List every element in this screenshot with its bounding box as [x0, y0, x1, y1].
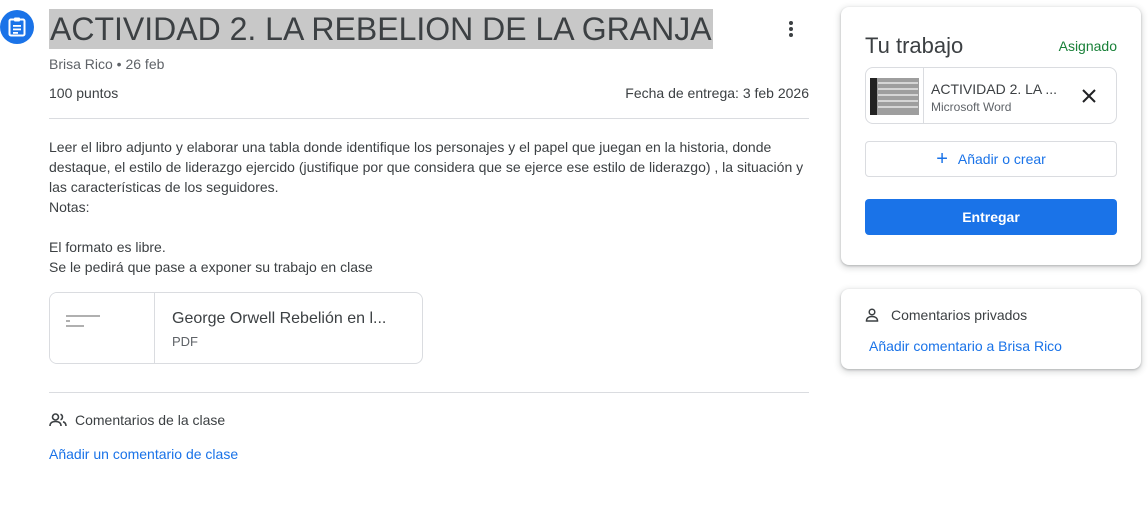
- plus-icon: +: [936, 148, 948, 170]
- add-class-comment-link[interactable]: Añadir un comentario de clase: [49, 446, 238, 462]
- file-type: Microsoft Word: [931, 100, 1012, 114]
- submit-button[interactable]: Entregar: [865, 199, 1117, 235]
- your-work-card: Tu trabajo Asignado ACTIVIDAD 2. LA ... …: [841, 7, 1141, 265]
- private-comments-header: Comentarios privados: [865, 307, 1027, 323]
- more-vert-icon: [789, 21, 793, 37]
- file-name: ACTIVIDAD 2. LA ...: [931, 81, 1058, 97]
- points-label: 100 puntos: [49, 85, 119, 101]
- comments-divider: [49, 392, 809, 393]
- add-or-create-label: Añadir o crear: [957, 151, 1046, 167]
- add-private-comment-link[interactable]: Añadir comentario a Brisa Rico: [869, 338, 1062, 354]
- page-title: ACTIVIDAD 2. LA REBELION DE LA GRANJA: [49, 9, 713, 49]
- attachment-thumbnail: [50, 293, 155, 363]
- more-options-button[interactable]: [780, 17, 802, 41]
- author-date: Brisa Rico • 26 feb: [49, 56, 165, 72]
- attachment-type: PDF: [172, 334, 198, 349]
- header-divider: [49, 118, 809, 119]
- assignment-icon: [0, 10, 34, 44]
- close-icon: [1082, 89, 1096, 103]
- submitted-file[interactable]: ACTIVIDAD 2. LA ... Microsoft Word: [865, 67, 1117, 124]
- class-comments-header: Comentarios de la clase: [49, 411, 225, 429]
- person-icon: [865, 307, 881, 323]
- your-work-title: Tu trabajo: [865, 33, 964, 58]
- class-comments-label: Comentarios de la clase: [75, 412, 226, 428]
- private-comments-card: Comentarios privados Añadir comentario a…: [841, 289, 1141, 369]
- assignment-description: Leer el libro adjunto y elaborar una tab…: [49, 139, 804, 275]
- status-badge: Asignado: [1058, 38, 1117, 54]
- file-thumbnail: [866, 68, 924, 123]
- due-date: Fecha de entrega: 3 feb 2026: [625, 85, 809, 101]
- attachment-name: George Orwell Rebelión en l...: [172, 310, 387, 327]
- attachment-card[interactable]: George Orwell Rebelión en l... PDF: [49, 292, 423, 364]
- people-icon: [49, 411, 67, 429]
- add-or-create-button[interactable]: + Añadir o crear: [865, 141, 1117, 177]
- remove-file-button[interactable]: [1078, 85, 1100, 107]
- private-comments-label: Comentarios privados: [891, 307, 1028, 323]
